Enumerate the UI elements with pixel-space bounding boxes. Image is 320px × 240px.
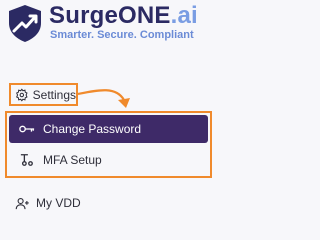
sidebar-item-settings[interactable]: Settings	[9, 83, 78, 106]
brand-name-suffix: .ai	[170, 2, 198, 29]
brand: SurgeONE.ai Smarter. Secure. Compliant	[5, 2, 215, 42]
submenu-item-change-password[interactable]: Change Password	[9, 115, 208, 143]
user-plus-icon	[15, 197, 29, 209]
shield-logo-icon	[9, 5, 41, 42]
submenu-item-mfa-setup-label: MFA Setup	[43, 153, 102, 167]
submenu-item-mfa-setup[interactable]: MFA Setup	[9, 146, 208, 174]
brand-name-main: SurgeONE	[49, 2, 171, 29]
settings-submenu: Change Password MFA Setup	[5, 111, 212, 178]
key-icon	[19, 125, 35, 133]
brand-tagline: Smarter. Secure. Compliant	[50, 29, 194, 41]
submenu-item-change-password-label: Change Password	[43, 122, 142, 136]
mfa-icon	[20, 154, 33, 166]
gear-icon	[16, 87, 28, 102]
highlight-arrow-icon	[77, 89, 130, 108]
sidebar-item-settings-label: Settings	[32, 87, 76, 102]
sidebar-item-my-vdd[interactable]: My VDD	[15, 193, 81, 213]
sidebar-item-my-vdd-label: My VDD	[36, 196, 81, 210]
brand-name: SurgeONE.ai	[49, 2, 198, 30]
